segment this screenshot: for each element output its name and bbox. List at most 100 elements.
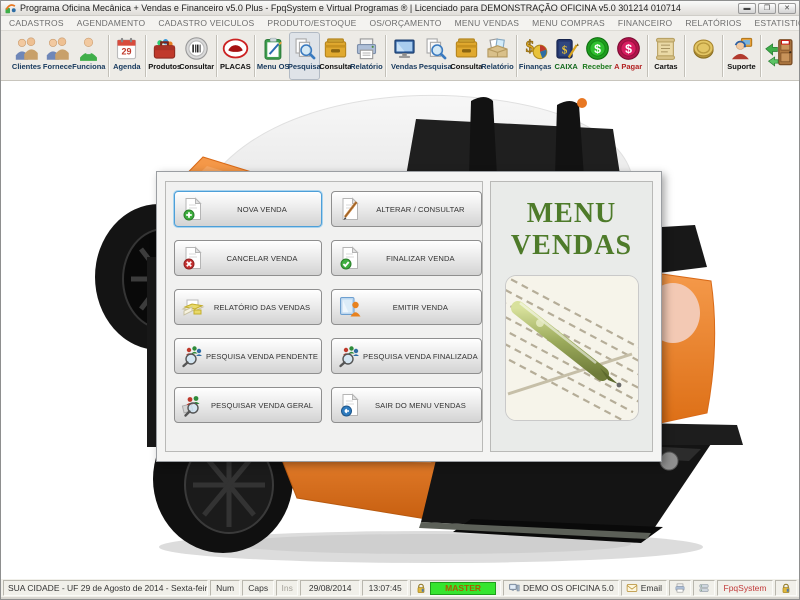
toolbar-separator <box>384 35 386 77</box>
insert-text: Ins <box>281 583 293 593</box>
new-sale-doc-icon <box>180 196 206 222</box>
close-button[interactable]: ✕ <box>778 2 796 14</box>
clipboard-icon <box>260 35 287 62</box>
status-time: 13:07:45 <box>362 580 409 596</box>
drawer-icon <box>322 35 349 62</box>
status-insert: Ins <box>276 580 299 596</box>
button-label: ALTERAR / CONSULTAR <box>376 204 465 214</box>
lock-icon <box>415 582 427 594</box>
toolbar-label: Suporte <box>727 62 756 71</box>
toolbar-label: Funciona <box>72 62 106 71</box>
printer-icon <box>674 582 686 594</box>
search-people-icon <box>180 343 206 369</box>
search-docs-icon <box>291 35 318 62</box>
title-bar[interactable]: Programa Oficina Mecânica + Vendas e Fin… <box>1 1 799 16</box>
menu-financeiro[interactable]: FINANCEIRO <box>618 18 672 28</box>
toolbar-financas[interactable]: Finanças <box>519 32 551 80</box>
toolbar: Clientes Fornece Funciona Agenda Produto… <box>1 31 799 81</box>
emitir-venda-button[interactable]: EMITIR VENDA <box>331 289 482 325</box>
relatorio-vendas-button[interactable]: RELATÓRIO DAS VENDAS <box>174 289 323 325</box>
status-email[interactable]: Email <box>620 580 667 596</box>
toolbar-menu-os[interactable]: Menu OS <box>257 32 289 80</box>
drawer-icon <box>453 35 480 62</box>
toolbar-coin[interactable] <box>688 32 719 80</box>
network-icon <box>698 582 710 594</box>
search-docs-icon <box>422 35 449 62</box>
status-location-text: SUA CIDADE - UF 29 de Agosto de 2014 - S… <box>8 583 209 593</box>
toolbar-label: Clientes <box>11 62 42 71</box>
button-label: RELATÓRIO DAS VENDAS <box>213 302 311 312</box>
menu-produto-estoque[interactable]: PRODUTO/ESTOQUE <box>267 18 356 28</box>
capslock-text: Caps <box>248 583 269 593</box>
status-bar: SUA CIDADE - UF 29 de Agosto de 2014 - S… <box>1 578 799 597</box>
toolbar-label: A Pagar <box>614 62 643 71</box>
menu-agendamento[interactable]: AGENDAMENTO <box>77 18 146 28</box>
toolbar-suporte[interactable]: Suporte <box>726 32 757 80</box>
toolbar-vendas-relatorio[interactable]: Relatório <box>481 32 514 80</box>
toolbar-produtos[interactable]: Produtos <box>148 32 182 80</box>
app-window: Programa Oficina Mecânica + Vendas e Fin… <box>0 0 800 600</box>
toolbar-placas[interactable]: PLACAS <box>220 32 251 80</box>
toolbar-label: Produtos <box>148 62 182 71</box>
report-printer-icon <box>180 294 206 320</box>
restore-button[interactable]: ❐ <box>758 2 776 14</box>
toolbar-cartas[interactable]: Cartas <box>650 32 681 80</box>
finalizar-venda-button[interactable]: FINALIZAR VENDA <box>331 240 482 276</box>
menu-menu-compras[interactable]: MENU COMPRAS <box>532 18 605 28</box>
toolbar-exit[interactable] <box>764 32 795 80</box>
app-icon <box>4 2 16 14</box>
menu-estatistica[interactable]: ESTATISTICA <box>755 18 800 28</box>
date-text: 29/08/2014 <box>308 583 352 593</box>
toolbar-os-pesquisa[interactable]: Pesquisa <box>288 32 321 80</box>
pesquisar-venda-geral-button[interactable]: PESQUISAR VENDA GERAL <box>174 387 323 423</box>
toolbar-os-consulta[interactable]: Consulta <box>319 32 352 80</box>
numlock-text: Num <box>216 583 235 593</box>
cancelar-venda-button[interactable]: CANCELAR VENDA <box>174 240 323 276</box>
minimize-button[interactable]: ▬ <box>738 2 756 14</box>
menu-cadastro-veiculos[interactable]: CADASTRO VEICULOS <box>158 18 254 28</box>
user-badge: MASTER <box>430 581 497 595</box>
toolbar-label: Consulta <box>450 62 483 71</box>
calendar-icon <box>113 35 140 62</box>
menu-vendas-dialog: NOVA VENDA ALTERAR / CONSULTAR CANCELAR … <box>156 171 662 462</box>
receive-coin-icon <box>584 35 611 62</box>
toolbar-funcionarios[interactable]: Funciona <box>72 32 106 80</box>
computer-icon <box>508 582 520 594</box>
toolbar-clientes[interactable]: Clientes <box>11 32 42 80</box>
toolbar-label: Agenda <box>113 62 141 71</box>
menu-menu-vendas[interactable]: MENU VENDAS <box>455 18 520 28</box>
sair-menu-vendas-button[interactable]: SAIR DO MENU VENDAS <box>331 387 482 423</box>
toolbar-vendas-pesquisa[interactable]: Pesquisa <box>419 32 452 80</box>
button-label: SAIR DO MENU VENDAS <box>374 400 466 410</box>
nova-venda-button[interactable]: NOVA VENDA <box>174 191 323 227</box>
suppliers-icon <box>44 35 71 62</box>
status-capslock: Caps <box>242 580 275 596</box>
toolbar-consultar[interactable]: Consultar <box>179 32 215 80</box>
menu-os-orcamento[interactable]: OS/ORÇAMENTO <box>369 18 441 28</box>
dialog-buttons-group: NOVA VENDA ALTERAR / CONSULTAR CANCELAR … <box>165 181 483 452</box>
pesquisa-venda-pendente-button[interactable]: PESQUISA VENDA PENDENTE <box>174 338 323 374</box>
menu-relatorios[interactable]: RELATÓRIOS <box>685 18 741 28</box>
toolbar-caixa[interactable]: CAIXA <box>551 32 582 80</box>
toolbar-agenda[interactable]: Agenda <box>111 32 142 80</box>
toolbar-label: Consulta <box>319 62 352 71</box>
exit-door-icon <box>763 35 796 68</box>
toolbar-label: Consultar <box>179 62 215 71</box>
padlock-icon <box>780 582 792 594</box>
client-area: NOVA VENDA ALTERAR / CONSULTAR CANCELAR … <box>1 81 799 578</box>
edit-pencil-icon <box>337 196 363 222</box>
menu-cadastros[interactable]: CADASTROS <box>9 18 64 28</box>
toolbar-a-pagar[interactable]: A Pagar <box>613 32 644 80</box>
toolbar-vendas-consulta[interactable]: Consulta <box>450 32 483 80</box>
dialog-title-line2: VENDAS <box>510 230 633 261</box>
report-box-icon <box>484 35 511 62</box>
toolbar-fornecedores[interactable]: Fornece <box>42 32 73 80</box>
pesquisa-venda-finalizada-button[interactable]: PESQUISA VENDA FINALIZADA <box>331 338 482 374</box>
toolbar-separator <box>759 35 761 77</box>
alterar-consultar-button[interactable]: ALTERAR / CONSULTAR <box>331 191 482 227</box>
toolbar-vendas[interactable]: Vendas <box>389 32 420 80</box>
toolbar-separator <box>253 35 255 77</box>
toolbar-os-relatorio[interactable]: Relatório <box>350 32 383 80</box>
toolbar-separator <box>515 35 517 77</box>
toolbar-receber[interactable]: Receber <box>582 32 613 80</box>
